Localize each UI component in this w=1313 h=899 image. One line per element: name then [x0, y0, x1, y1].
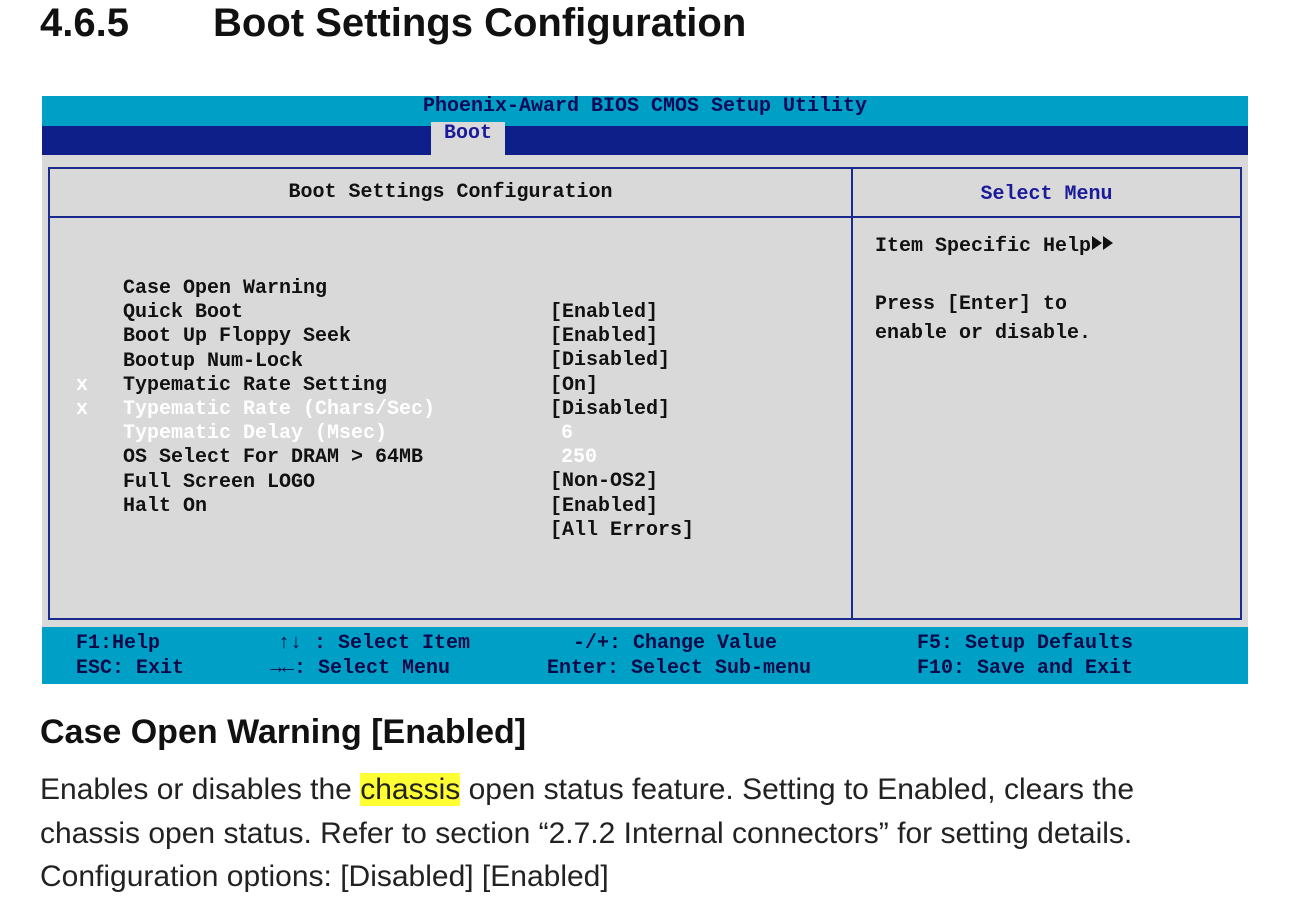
setting-label: Halt On	[123, 494, 208, 518]
tab-boot[interactable]: Boot	[431, 122, 505, 155]
description-pre: Enables or disables the	[40, 773, 361, 806]
setting-value[interactable]: [Enabled]	[550, 495, 658, 519]
setting-case-open-warning[interactable]: Case Open Warning [Enabled]	[50, 229, 851, 324]
help-line: Press [Enter] to	[875, 293, 1068, 316]
section-number: 4.6.5	[40, 1, 129, 45]
description-line-1: Enables or disables the chassis open sta…	[40, 768, 1270, 812]
section-heading: 4.6.5 Boot Settings Configuration	[40, 0, 746, 46]
setting-quick-boot[interactable]: Quick Boot [Enabled]	[50, 253, 851, 348]
description-line-2: chassis open status. Refer to section “2…	[40, 816, 1133, 850]
double-right-arrow-icon	[1092, 236, 1114, 250]
item-help-heading: Item Specific Help	[875, 232, 1115, 261]
setting-label: Full Screen LOGO	[123, 470, 316, 494]
setting-boot-up-floppy-seek[interactable]: Boot Up Floppy Seek [Disabled]	[50, 277, 851, 372]
key-select-menu: →←: Select Menu	[270, 657, 451, 680]
item-heading: Case Open Warning [Enabled]	[40, 713, 527, 751]
description-post: open status feature. Setting to Enabled,…	[460, 773, 1135, 806]
key-esc-exit: ESC: Exit	[76, 657, 185, 680]
setting-value[interactable]: [Non-OS2]	[550, 470, 658, 494]
bios-title-bar: Phoenix-Award BIOS CMOS Setup Utility	[42, 96, 1248, 126]
panel-title: Boot Settings Configuration	[50, 169, 851, 218]
item-description: Enables or disables the chassis open sta…	[40, 768, 1270, 899]
bios-screenshot: Phoenix-Award BIOS CMOS Setup Utility Bo…	[42, 96, 1248, 684]
settings-panel: Boot Settings Configuration Case Open Wa…	[48, 167, 853, 620]
setting-full-screen-logo[interactable]: Full Screen LOGO [Enabled]	[50, 423, 851, 518]
section-title: Boot Settings Configuration	[213, 1, 747, 45]
setting-typematic-rate-setting[interactable]: Typematic Rate Setting [Disabled]	[50, 326, 851, 421]
key-f10-save-exit: F10: Save and Exit	[917, 657, 1134, 680]
key-legend: F1:Help ESC: Exit ↑↓ : Select Item →←: S…	[42, 627, 1248, 684]
key-f5-defaults: F5: Setup Defaults	[917, 632, 1134, 655]
help-panel: Select Menu Item Specific Help Press [En…	[851, 167, 1242, 620]
setting-os-select-dram[interactable]: OS Select For DRAM > 64MB [Non-OS2]	[50, 398, 851, 493]
help-title: Select Menu	[853, 169, 1240, 218]
key-change-value: -/+: Change Value	[573, 632, 778, 655]
item-help-body: Press [Enter] to enable or disable.	[875, 290, 1091, 348]
description-line-3: Configuration options: [Disabled] [Enabl…	[40, 860, 609, 893]
help-line: enable or disable.	[875, 322, 1092, 345]
settings-list: Case Open Warning [Enabled] Quick Boot […	[50, 229, 851, 542]
setting-typematic-delay: x Typematic Delay (Msec) 250	[50, 374, 851, 469]
item-help-label: Item Specific Help	[875, 235, 1092, 258]
key-select-submenu: Enter: Select Sub-menu	[547, 657, 812, 680]
setting-halt-on[interactable]: Halt On [All Errors]	[50, 447, 851, 542]
setting-value[interactable]: [All Errors]	[550, 519, 694, 543]
highlighted-word: chassis	[360, 773, 461, 806]
setting-typematic-rate-chars: x Typematic Rate (Chars/Sec) 6	[50, 350, 851, 445]
bios-menu-bar: Boot	[42, 122, 1248, 155]
setting-bootup-num-lock[interactable]: Bootup Num-Lock [On]	[50, 302, 851, 397]
key-f1-help: F1:Help	[76, 632, 161, 655]
key-select-item: ↑↓ : Select Item	[278, 632, 471, 655]
